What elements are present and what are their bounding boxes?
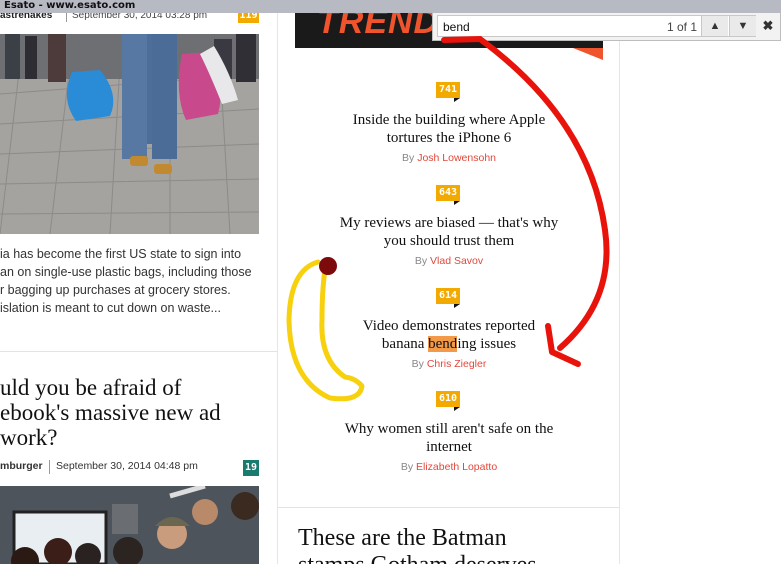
- article-1-date: September 30, 2014 03:28 pm: [72, 13, 208, 21]
- article-1-comment-badge[interactable]: 119: [238, 13, 259, 23]
- trending-item-title[interactable]: Video demonstrates reported banana bendin…: [318, 317, 580, 353]
- article-1-photo[interactable]: [0, 34, 259, 234]
- trending-count-badge[interactable]: 614: [436, 288, 460, 308]
- trending-item-author[interactable]: Josh Lowensohn: [417, 152, 496, 164]
- title-line-1: Video demonstrates reported: [362, 318, 536, 334]
- close-find-bar-button[interactable]: ✖: [760, 18, 776, 34]
- divider: [0, 351, 277, 352]
- divider: [278, 507, 619, 508]
- byline-prefix: By: [400, 461, 414, 473]
- find-bar: bend 1 of 1 ▲ ▼ ✖: [432, 13, 781, 41]
- title-line-2-pre: banana: [381, 336, 429, 352]
- byline-prefix: By: [402, 152, 415, 164]
- banner-corner-decoration: [573, 48, 603, 60]
- find-input[interactable]: bend 1 of 1 ▲ ▼: [437, 15, 756, 37]
- trending-item-byline: By Elizabeth Lopatto: [278, 461, 619, 473]
- article-2-comment-badge[interactable]: 19: [243, 460, 259, 476]
- title-line-2-post: ing issues: [457, 336, 517, 352]
- article-1-excerpt: ia has become the first US state to sign…: [0, 247, 252, 315]
- byline-prefix: By: [414, 255, 428, 267]
- trending-item-byline: By Josh Lowensohn: [278, 152, 619, 164]
- trending-item-author[interactable]: Elizabeth Lopatto: [416, 461, 497, 473]
- trending-item-byline: By Vlad Savov: [278, 255, 619, 267]
- article-2-byline: mburger September 30, 2014 04:48 pm: [0, 460, 270, 476]
- article-2-photo[interactable]: [0, 486, 259, 564]
- article-2-headline[interactable]: uld you be afraid of ebook's massive new…: [0, 375, 277, 450]
- trending-item-author[interactable]: Chris Ziegler: [427, 358, 487, 370]
- window-title-bar: Esato - www.esato.com: [0, 0, 781, 13]
- article-2-date: September 30, 2014 04:48 pm: [56, 460, 198, 472]
- trending-item-title[interactable]: My reviews are biased — that's why you s…: [318, 214, 580, 250]
- article-1-author[interactable]: astrenakes: [0, 13, 52, 23]
- find-match-count: 1 of 1: [667, 20, 698, 34]
- find-query-text: bend: [443, 20, 470, 34]
- byline-separator: [49, 460, 50, 474]
- trending-count-badge[interactable]: 741: [436, 82, 460, 102]
- chevron-down-icon: ▼: [737, 20, 749, 32]
- trending-item-title[interactable]: Why women still aren't safe on the inter…: [318, 420, 580, 456]
- byline-separator: [66, 13, 67, 22]
- search-match-highlight: bend: [428, 336, 458, 352]
- trending-item-title[interactable]: Inside the building where Apple tortures…: [318, 111, 580, 147]
- trending-item-byline: By Chris Ziegler: [278, 358, 619, 370]
- trending-count-badge[interactable]: 643: [436, 185, 460, 205]
- bottom-article-headline[interactable]: These are the Batman stamps Gotham deser…: [298, 525, 618, 564]
- article-1-byline: astrenakes September 30, 2014 03:28 pm: [0, 13, 259, 33]
- window-title: Esato - www.esato.com: [4, 0, 136, 11]
- trending-column: TRENDING 741 Inside the building where A…: [278, 13, 620, 564]
- article-2-author[interactable]: mburger: [0, 460, 43, 472]
- trending-count-badge[interactable]: 610: [436, 391, 460, 411]
- find-previous-button[interactable]: ▲: [701, 16, 728, 36]
- chevron-up-icon: ▲: [709, 20, 721, 32]
- byline-prefix: By: [411, 358, 424, 370]
- close-icon: ✖: [762, 18, 774, 33]
- find-next-button[interactable]: ▼: [729, 16, 756, 36]
- trending-item-author[interactable]: Vlad Savov: [430, 255, 483, 267]
- left-article-column: astrenakes September 30, 2014 03:28 pm 1…: [0, 13, 278, 564]
